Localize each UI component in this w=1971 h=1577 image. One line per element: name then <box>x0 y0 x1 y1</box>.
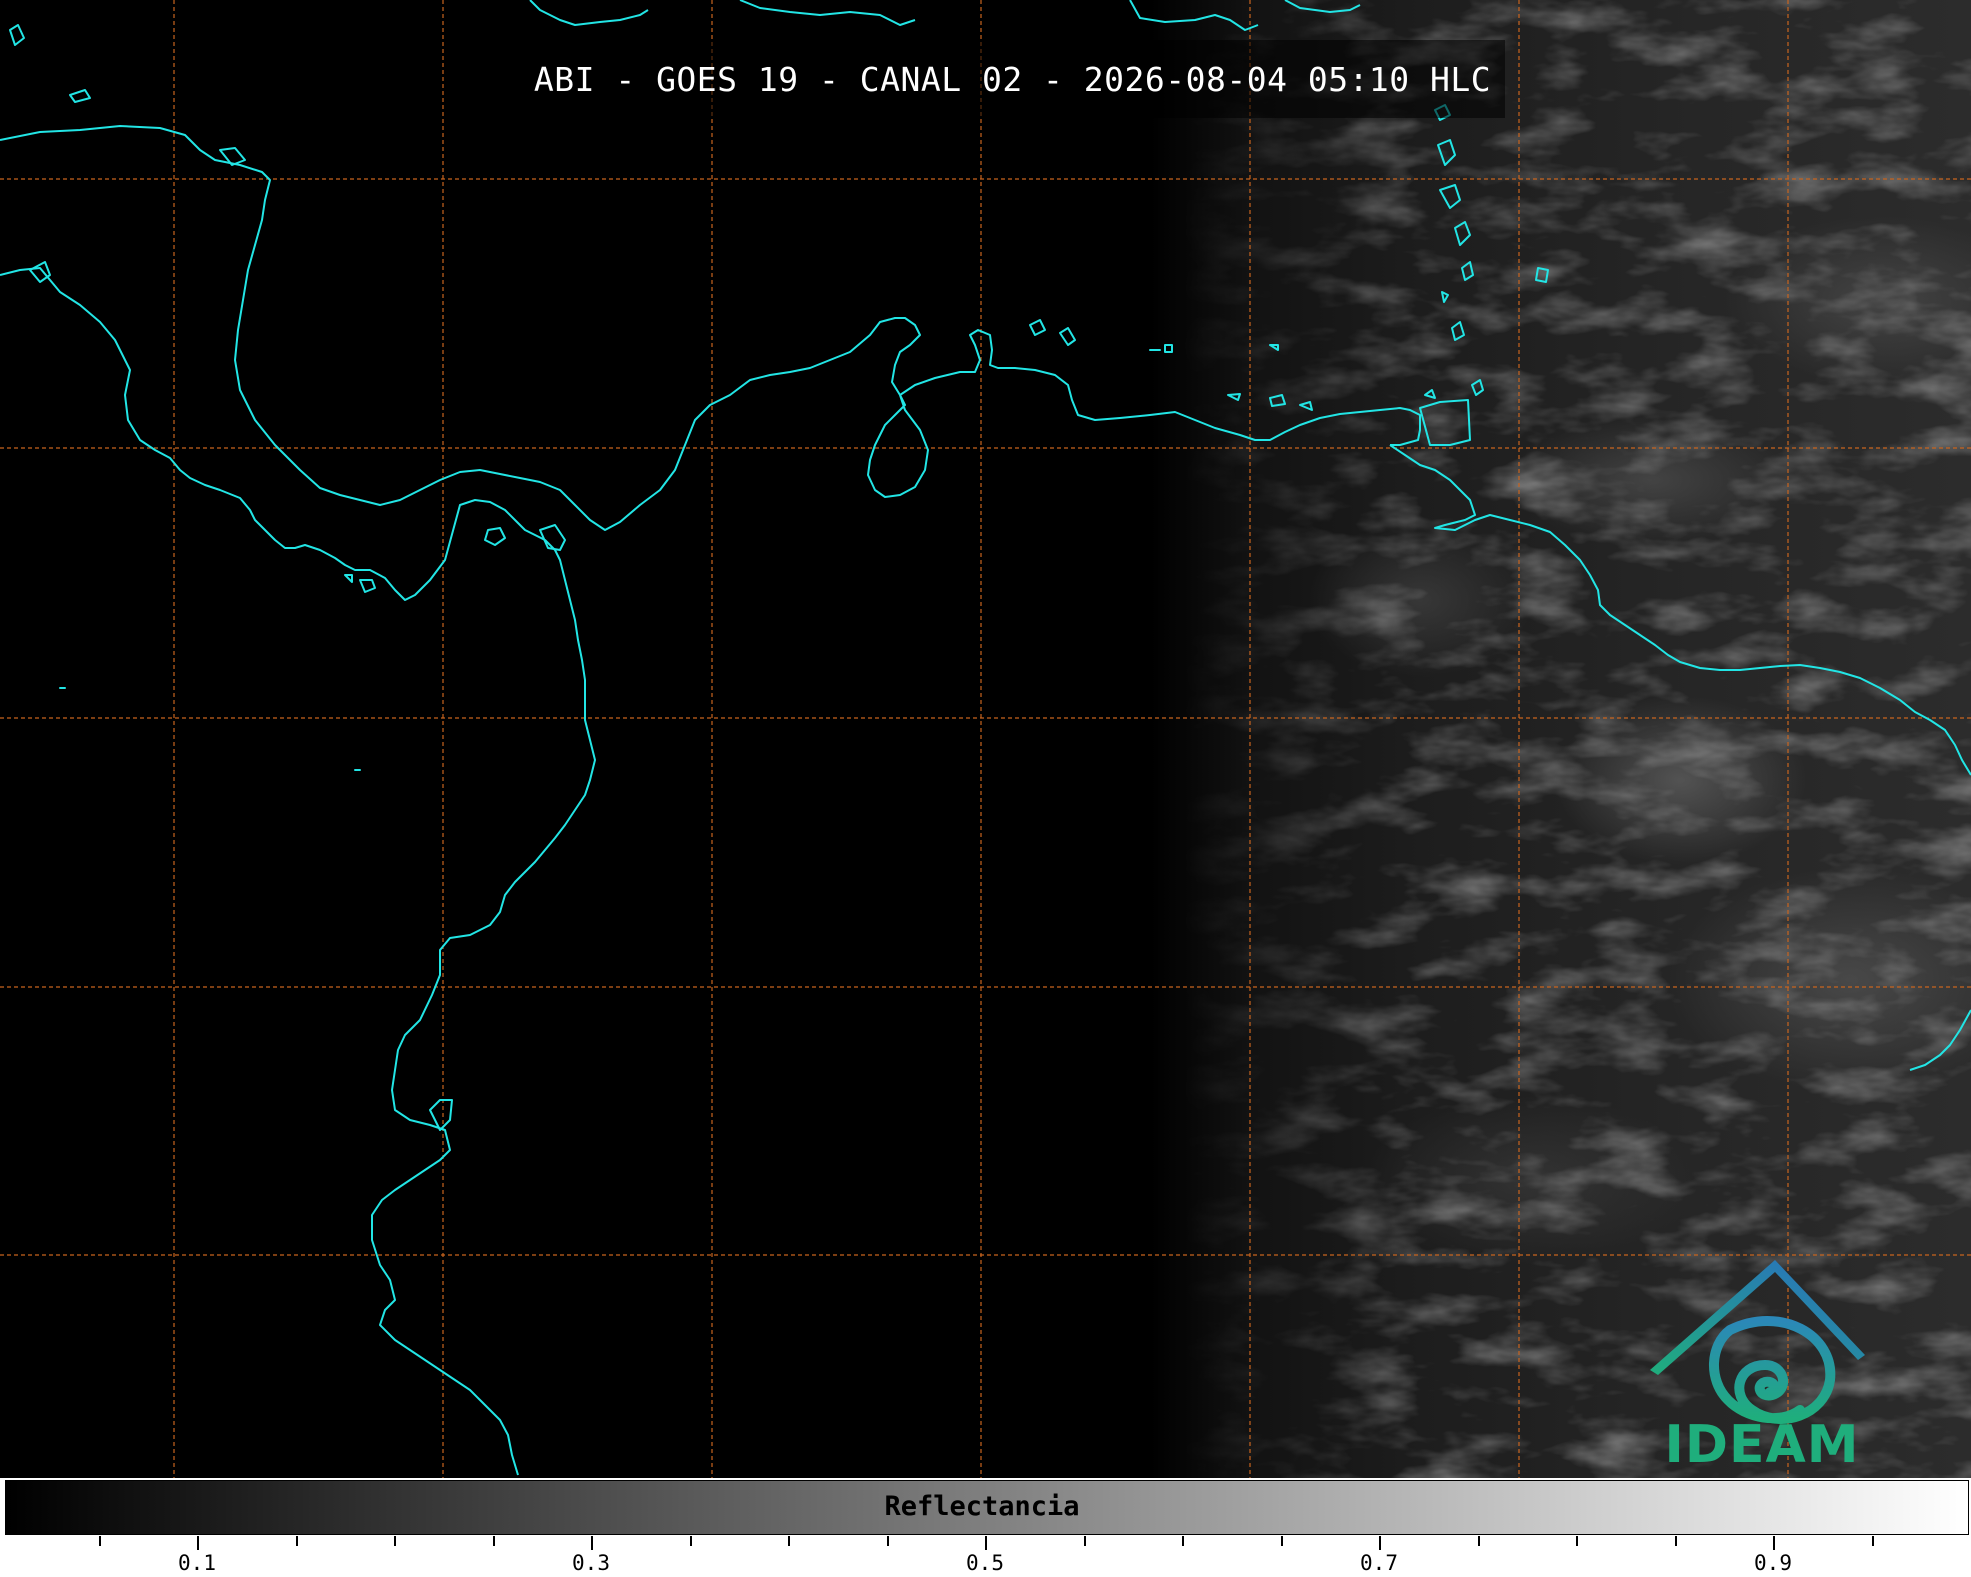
colorbar-minor-tick <box>1675 1536 1677 1546</box>
colorbar-minor-tick <box>887 1536 889 1546</box>
colorbar-tick-label: 0.1 <box>178 1551 216 1575</box>
colorbar-major-tick <box>985 1536 987 1550</box>
colorbar-major-tick <box>1773 1536 1775 1550</box>
colorbar-minor-tick <box>1281 1536 1283 1546</box>
colorbar-minor-tick <box>493 1536 495 1546</box>
colorbar-tick-label: 0.9 <box>1754 1551 1792 1575</box>
colorbar-minor-tick <box>394 1536 396 1546</box>
colorbar-minor-tick <box>99 1536 101 1546</box>
title-banner: ABI - GOES 19 - CANAL 02 - 2026-08-04 05… <box>520 40 1505 118</box>
colorbar-major-tick <box>591 1536 593 1550</box>
ideam-logo-text: IDEAM <box>1664 1415 1860 1475</box>
colorbar-minor-tick <box>1478 1536 1480 1546</box>
colorbar-label: Reflectancia <box>884 1491 1080 1522</box>
colorbar-minor-tick <box>690 1536 692 1546</box>
colorbar-tick-label: 0.5 <box>966 1551 1004 1575</box>
colorbar-major-tick <box>1379 1536 1381 1550</box>
colorbar-tick-label: 0.7 <box>1360 1551 1398 1575</box>
satellite-image: ABI - GOES 19 - CANAL 02 - 2026-08-04 05… <box>0 0 1971 1478</box>
colorbar-minor-tick <box>1576 1536 1578 1546</box>
image-title: ABI - GOES 19 - CANAL 02 - 2026-08-04 05… <box>533 59 1492 99</box>
colorbar-minor-tick <box>296 1536 298 1546</box>
colorbar-minor-tick <box>788 1536 790 1546</box>
colorbar-minor-tick <box>1182 1536 1184 1546</box>
colorbar-minor-tick <box>1872 1536 1874 1546</box>
colorbar-tick-label: 0.3 <box>572 1551 610 1575</box>
colorbar-minor-tick <box>1084 1536 1086 1546</box>
colorbar: Reflectancia 0.1 0.3 0.5 0.7 0.9 <box>0 1478 1971 1577</box>
colorbar-major-tick <box>197 1536 199 1550</box>
